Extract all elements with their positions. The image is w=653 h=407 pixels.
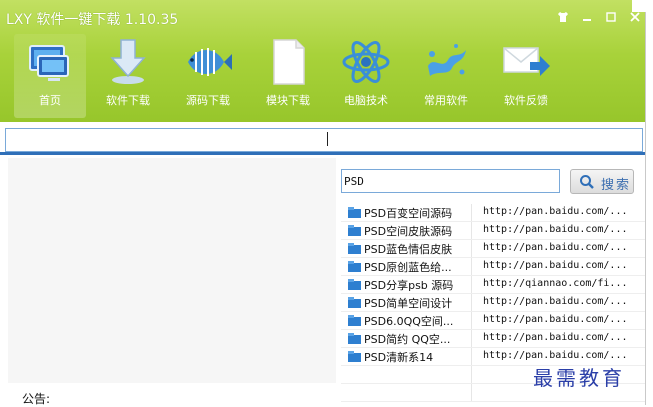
watermark-text: 最需教育 (533, 366, 625, 390)
text-cursor (327, 132, 328, 146)
result-name: PSD6.0QQ空间... (364, 315, 454, 328)
nav-item-common-software[interactable]: 常用软件 (410, 34, 482, 118)
shirt-icon (558, 12, 568, 22)
content-divider (0, 152, 645, 155)
folder-icon (348, 207, 361, 218)
folder-icon (348, 225, 361, 236)
list-item[interactable]: PSD简约 QQ空... http://pan.baidu.com/... (341, 330, 645, 348)
result-url: http://pan.baidu.com/... (483, 206, 628, 217)
result-name: PSD空间皮肤源码 (364, 225, 453, 238)
notice-label: 公告: (22, 392, 51, 406)
close-icon (630, 12, 640, 22)
notice-panel (8, 158, 336, 383)
column-divider (471, 222, 472, 239)
download-arrow-icon (110, 39, 146, 84)
column-divider (471, 240, 472, 257)
column-divider (471, 312, 472, 329)
document-icon (273, 39, 305, 85)
result-name: PSD简单空间设计 (364, 297, 453, 310)
nav-label-software-download: 软件下载 (106, 94, 150, 107)
search-icon (580, 175, 594, 189)
folder-icon (348, 261, 361, 272)
result-url: http://pan.baidu.com/... (483, 260, 628, 271)
folder-icon (348, 279, 361, 290)
column-divider (471, 204, 472, 221)
main-nav: 首页 软件下载 源码下载 模块下载 电脑技术 常用软件 软件反馈 (0, 34, 645, 118)
result-url: http://qiannao.com/fi... (483, 278, 628, 289)
result-url: http://pan.baidu.com/... (483, 350, 628, 361)
column-divider (471, 330, 472, 347)
minimize-icon (583, 19, 591, 21)
list-item[interactable]: PSD原创蓝色给... http://pan.baidu.com/... (341, 258, 645, 276)
title-bar: LXY 软件一键下载 1.10.35 首页 软件下载 源码下载 模块下载 电脑技… (0, 0, 645, 122)
maximize-button[interactable] (601, 8, 621, 26)
maximize-icon (606, 12, 616, 22)
result-url: http://pan.baidu.com/... (483, 314, 628, 325)
result-url: http://pan.baidu.com/... (483, 242, 628, 253)
skin-button[interactable] (553, 8, 573, 26)
result-url: http://pan.baidu.com/... (483, 224, 628, 235)
nav-label-module-download: 模块下载 (266, 94, 310, 107)
minimize-button[interactable] (577, 8, 597, 26)
result-name: PSD百变空间源码 (364, 207, 453, 220)
list-item[interactable]: PSD空间皮肤源码 http://pan.baidu.com/... (341, 222, 645, 240)
list-item[interactable]: PSD蓝色情侣皮肤 http://pan.baidu.com/... (341, 240, 645, 258)
search-button[interactable]: 搜索 (570, 169, 634, 194)
list-item[interactable]: PSD6.0QQ空间... http://pan.baidu.com/... (341, 312, 645, 330)
column-divider (471, 258, 472, 275)
splash-icon (428, 44, 466, 76)
list-item[interactable]: PSD百变空间源码 http://pan.baidu.com/... (341, 204, 645, 222)
window-edge (632, 0, 653, 12)
nav-item-home[interactable]: 首页 (14, 34, 86, 118)
result-url: http://pan.baidu.com/... (483, 332, 628, 343)
nav-label-home: 首页 (39, 94, 61, 107)
column-divider (471, 276, 472, 293)
column-divider (471, 348, 472, 365)
column-divider (471, 384, 472, 401)
window-title: LXY 软件一键下载 1.10.35 (6, 12, 179, 28)
result-name: PSD清新系14 (364, 351, 434, 364)
result-name: PSD原创蓝色给... (364, 261, 452, 274)
nav-item-module-download[interactable]: 模块下载 (252, 34, 324, 118)
nav-label-computer-tech: 电脑技术 (344, 94, 388, 107)
result-name: PSD蓝色情侣皮肤 (364, 243, 453, 256)
monitor-icon (29, 45, 69, 81)
fish-icon (188, 48, 232, 76)
folder-icon (348, 315, 361, 326)
column-divider (471, 366, 472, 383)
nav-item-source-download[interactable]: 源码下载 (172, 34, 244, 118)
search-button-label: 搜索 (601, 178, 632, 193)
column-divider (471, 294, 472, 311)
result-name: PSD分享psb 源码 (364, 279, 454, 292)
address-bar[interactable] (5, 128, 643, 152)
folder-icon (348, 243, 361, 254)
result-name: PSD简约 QQ空... (364, 333, 451, 346)
folder-icon (348, 351, 361, 362)
nav-item-software-download[interactable]: 软件下载 (92, 34, 164, 118)
result-url: http://pan.baidu.com/... (483, 296, 628, 307)
nav-label-source-download: 源码下载 (186, 94, 230, 107)
folder-icon (348, 297, 361, 308)
atom-icon (342, 41, 390, 83)
mail-arrow-icon (503, 47, 550, 76)
app-window: LXY 软件一键下载 1.10.35 首页 软件下载 源码下载 模块下载 电脑技… (0, 0, 646, 406)
nav-label-common-software: 常用软件 (424, 94, 468, 107)
nav-item-feedback[interactable]: 软件反馈 (490, 34, 562, 118)
nav-label-feedback: 软件反馈 (504, 94, 548, 107)
search-input[interactable]: PSD (341, 169, 560, 193)
list-item[interactable]: PSD简单空间设计 http://pan.baidu.com/... (341, 294, 645, 312)
nav-item-computer-tech[interactable]: 电脑技术 (330, 34, 402, 118)
list-item[interactable]: PSD分享psb 源码 http://qiannao.com/fi... (341, 276, 645, 294)
folder-icon (348, 333, 361, 344)
